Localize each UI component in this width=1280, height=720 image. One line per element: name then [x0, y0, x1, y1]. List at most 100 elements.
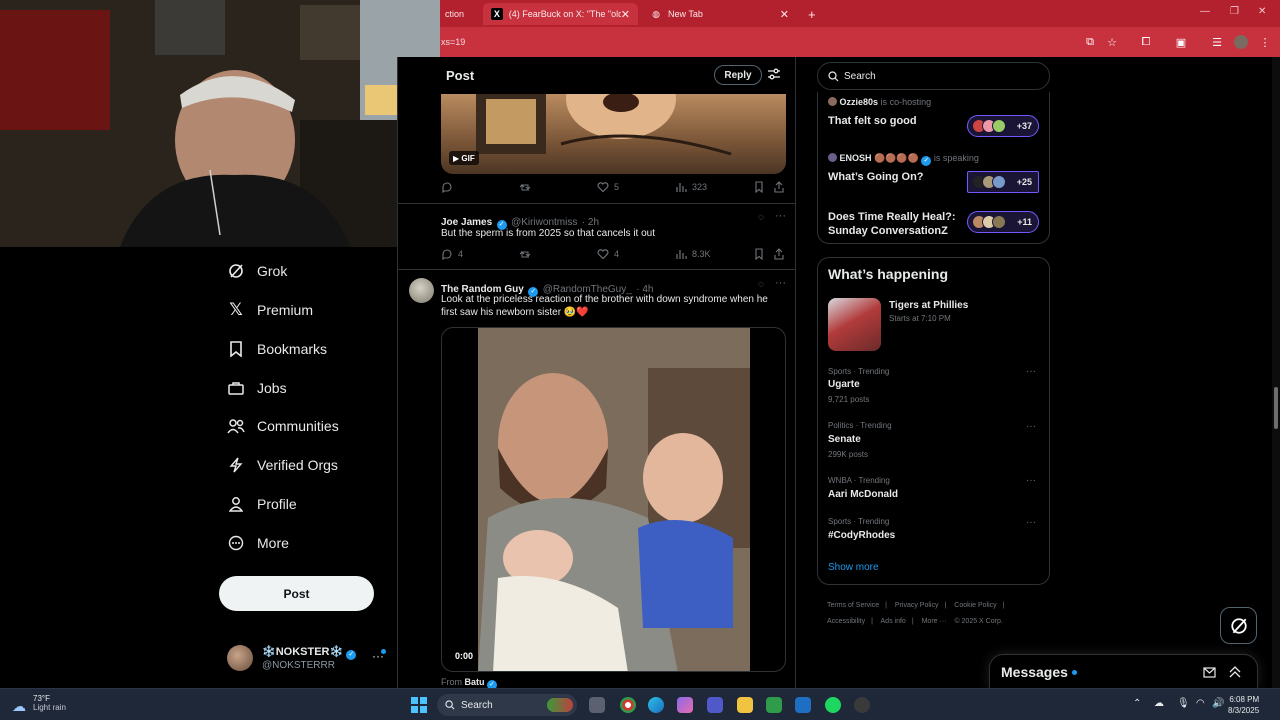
- windows-start-icon[interactable]: [411, 697, 427, 713]
- menu-kebab-icon[interactable]: ⋮: [1258, 35, 1272, 49]
- chrome-icon[interactable]: [620, 697, 636, 713]
- trend-more-icon[interactable]: ···: [1026, 421, 1036, 432]
- trend-more-icon[interactable]: ···: [1026, 366, 1036, 377]
- volume-icon[interactable]: 🔊: [1212, 698, 1224, 709]
- source-name[interactable]: Batu: [465, 677, 485, 687]
- footer-more-link[interactable]: More ···: [922, 618, 947, 625]
- event-title[interactable]: Tigers at Phillies: [889, 300, 968, 311]
- account-switcher[interactable]: ❄️NOKSTER❄️ ✓ @NOKSTERRR ···: [227, 643, 392, 677]
- star-icon[interactable]: ☆: [1105, 35, 1119, 49]
- bookmark-action[interactable]: [753, 248, 765, 260]
- avatar[interactable]: [409, 278, 434, 303]
- tab-active[interactable]: X (4) FearBuck on X: "The "oldest ✕: [483, 3, 638, 25]
- file-explorer-icon[interactable]: [737, 697, 753, 713]
- trend-more-icon[interactable]: ···: [1026, 517, 1036, 528]
- space-listeners-pill[interactable]: +37: [967, 115, 1039, 137]
- tab-previous[interactable]: ction: [437, 3, 473, 25]
- new-message-icon[interactable]: [1203, 665, 1217, 679]
- taskbar-search[interactable]: Search: [437, 694, 577, 716]
- space-title[interactable]: Does Time Really Heal?: Sunday Conversat…: [828, 210, 963, 238]
- footer-link[interactable]: Cookie Policy: [954, 602, 996, 609]
- trend-name[interactable]: Aari McDonald: [828, 489, 898, 500]
- minimize-icon[interactable]: —: [1200, 6, 1210, 17]
- video-player[interactable]: 0:00: [441, 327, 786, 672]
- space-listeners-pill[interactable]: +25: [967, 171, 1039, 193]
- teams-icon[interactable]: [707, 697, 723, 713]
- reply-action[interactable]: 4: [441, 248, 463, 260]
- system-clock[interactable]: 6:08 PM 8/3/2025: [1228, 694, 1259, 716]
- nav-premium[interactable]: 𝕏 Premium: [227, 296, 313, 324]
- show-more-link[interactable]: Show more: [828, 562, 879, 573]
- obs-icon[interactable]: [854, 697, 870, 713]
- trend-name[interactable]: #CodyRhodes: [828, 530, 895, 541]
- install-app-icon[interactable]: ⧉: [1083, 35, 1097, 49]
- bookmark-action[interactable]: [753, 181, 765, 193]
- footer-link[interactable]: Privacy Policy: [895, 602, 939, 609]
- person-icon: [227, 495, 245, 513]
- scrollbar-thumb[interactable]: [1274, 387, 1278, 429]
- views-action[interactable]: 323: [675, 181, 707, 193]
- expand-up-icon[interactable]: [1228, 665, 1242, 679]
- wifi-icon[interactable]: ◠: [1196, 698, 1205, 709]
- nav-profile[interactable]: Profile: [227, 490, 297, 518]
- edge-icon[interactable]: [648, 697, 664, 713]
- sliders-icon[interactable]: [767, 67, 781, 81]
- trend-more-icon[interactable]: ···: [1026, 475, 1036, 486]
- copilot-icon[interactable]: [677, 697, 693, 713]
- grok-explain-icon[interactable]: ◌: [758, 212, 764, 223]
- nav-grok[interactable]: Grok: [227, 257, 287, 285]
- gif-media[interactable]: ▶ GIF: [441, 94, 786, 174]
- split-screen-icon[interactable]: ▣: [1174, 35, 1188, 49]
- reply-button[interactable]: Reply: [714, 65, 762, 85]
- microphone-icon[interactable]: 🎙: [1177, 698, 1190, 709]
- close-tab-icon[interactable]: ✕: [780, 8, 789, 21]
- onedrive-icon[interactable]: ☁: [1154, 698, 1164, 709]
- trend-name[interactable]: Ugarte: [828, 379, 860, 390]
- spotify-icon[interactable]: [825, 697, 841, 713]
- views-action[interactable]: 8.3K: [675, 248, 711, 260]
- tray-overflow-icon[interactable]: ⌃: [1133, 698, 1141, 709]
- repost-action[interactable]: [519, 181, 531, 193]
- trend-name[interactable]: Senate: [828, 434, 861, 445]
- profile-avatar-icon[interactable]: [1234, 35, 1248, 49]
- event-thumbnail[interactable]: [828, 298, 881, 351]
- like-action[interactable]: 5: [597, 181, 619, 193]
- footer-link[interactable]: Ads info: [881, 618, 906, 625]
- close-tab-icon[interactable]: ✕: [621, 8, 630, 21]
- extensions-icon[interactable]: ⧠: [1139, 35, 1153, 49]
- reply-action[interactable]: [441, 181, 453, 193]
- page-scrollbar[interactable]: [1272, 57, 1280, 688]
- share-action[interactable]: [773, 248, 785, 260]
- repost-action[interactable]: [519, 248, 531, 260]
- search-input[interactable]: Search: [817, 62, 1050, 90]
- messages-drawer[interactable]: Messages: [989, 654, 1258, 688]
- store-icon[interactable]: [795, 697, 811, 713]
- maximize-icon[interactable]: ❐: [1230, 6, 1239, 17]
- grok-floating-button[interactable]: [1220, 607, 1257, 644]
- post-button[interactable]: Post: [219, 576, 374, 611]
- tab-new-tab[interactable]: ◍ New Tab ✕: [642, 3, 797, 25]
- space-listeners-pill[interactable]: +11: [967, 211, 1039, 233]
- footer-link[interactable]: Accessibility: [827, 618, 865, 625]
- verified-badge-icon: ✓: [487, 680, 498, 688]
- nav-verified-orgs[interactable]: Verified Orgs: [227, 451, 338, 479]
- task-view-icon[interactable]: [589, 697, 605, 713]
- reading-list-icon[interactable]: ☰: [1210, 35, 1224, 49]
- close-window-icon[interactable]: ✕: [1258, 6, 1266, 17]
- like-action[interactable]: 4: [597, 248, 619, 260]
- nav-communities[interactable]: Communities: [227, 412, 339, 440]
- tweet-more-icon[interactable]: ···: [775, 210, 786, 222]
- share-action[interactable]: [773, 181, 785, 193]
- footer-links: Terms of Service | Privacy Policy | Cookie…: [827, 602, 1005, 625]
- footer-link[interactable]: Terms of Service: [827, 602, 879, 609]
- nav-bookmarks[interactable]: Bookmarks: [227, 335, 327, 363]
- grok-explain-icon[interactable]: ◌: [758, 279, 764, 290]
- space-title[interactable]: That felt so good: [828, 114, 917, 128]
- tweet-more-icon[interactable]: ···: [775, 277, 786, 289]
- video-timestamp: 0:00: [455, 651, 474, 661]
- xbox-icon[interactable]: [766, 697, 782, 713]
- space-title[interactable]: What’s Going On?: [828, 170, 924, 184]
- nav-more[interactable]: More: [227, 529, 289, 557]
- nav-jobs[interactable]: Jobs: [227, 374, 287, 402]
- new-tab-button[interactable]: +: [800, 3, 820, 25]
